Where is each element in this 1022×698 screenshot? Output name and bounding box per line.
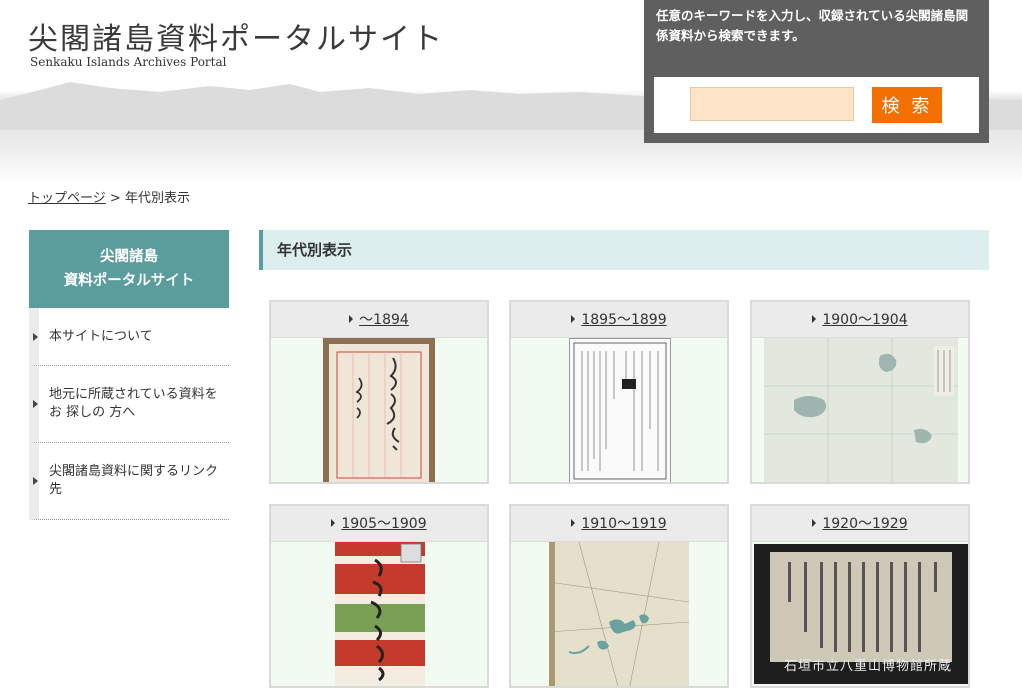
sidebar-item-label: 尖閣諸島資料に関するリンク先: [49, 464, 219, 497]
sidebar-item-label: 本サイトについて: [49, 328, 153, 344]
caret-right-icon: [812, 315, 817, 323]
document-thumbnail[interactable]: [569, 338, 671, 482]
section-title: 年代別表示: [259, 230, 989, 270]
sidebar-item-links[interactable]: 尖閣諸島資料に関するリンク先: [29, 443, 229, 520]
sidebar-item-label: 地元に所蔵されている資料をお 探しの 方へ: [49, 387, 218, 420]
document-thumbnail[interactable]: 石垣市立八重山博物館所蔵: [754, 544, 968, 684]
card-header: 1900～1904: [752, 302, 968, 338]
search-form: 検 索: [654, 77, 979, 133]
period-link[interactable]: 1905～1909: [341, 516, 426, 532]
breadcrumb-separator: >: [109, 191, 121, 206]
card-header: ～1894: [271, 302, 487, 338]
period-card[interactable]: ～1894: [269, 300, 489, 484]
caret-right-icon: [33, 400, 38, 408]
document-thumbnail[interactable]: [323, 338, 435, 482]
caret-right-icon: [571, 315, 576, 323]
card-header: 1905～1909: [271, 506, 487, 542]
sidebar-heading-line1: 尖閣諸島: [100, 249, 158, 265]
period-link[interactable]: ～1894: [359, 312, 409, 328]
search-input[interactable]: [690, 87, 854, 121]
sidebar-heading[interactable]: 尖閣諸島 資料ポータルサイト: [29, 230, 229, 308]
caret-right-icon: [812, 519, 817, 527]
image-credit: 石垣市立八重山博物館所蔵: [783, 659, 952, 674]
site-subtitle: Senkaku Islands Archives Portal: [30, 55, 227, 69]
caret-right-icon: [331, 519, 336, 527]
period-link[interactable]: 1910～1919: [581, 516, 666, 532]
card-header: 1910～1919: [511, 506, 727, 542]
sidebar-item-about[interactable]: 本サイトについて: [29, 308, 229, 366]
site-title[interactable]: 尖閣諸島資料ポータルサイト: [28, 14, 444, 58]
period-card[interactable]: 1900～1904: [750, 300, 970, 484]
period-link[interactable]: 1900～1904: [822, 312, 907, 328]
map-thumbnail[interactable]: [549, 542, 689, 686]
period-card[interactable]: 1910～1919: [509, 504, 729, 688]
period-card[interactable]: 1905～1909: [269, 504, 489, 688]
sidebar: 尖閣諸島 資料ポータルサイト 本サイトについて 地元に所蔵されている資料をお 探…: [29, 230, 229, 520]
caret-right-icon: [33, 477, 38, 485]
card-header: 1895～1899: [511, 302, 727, 338]
breadcrumb: トップページ > 年代別表示: [28, 187, 190, 206]
map-thumbnail[interactable]: [764, 338, 958, 482]
caret-right-icon: [33, 332, 38, 341]
sidebar-heading-line2: 資料ポータルサイト: [63, 273, 195, 289]
sidebar-item-local-materials[interactable]: 地元に所蔵されている資料をお 探しの 方へ: [29, 366, 229, 443]
search-panel: 任意のキーワードを入力し、収録されている尖閣諸島関係資料から検索できます。 検 …: [644, 0, 989, 143]
search-button[interactable]: 検 索: [872, 87, 942, 123]
breadcrumb-home-link[interactable]: トップページ: [28, 191, 106, 206]
card-header: 1920～1929: [752, 506, 968, 542]
breadcrumb-current: 年代別表示: [124, 191, 190, 206]
caret-right-icon: [349, 315, 354, 323]
period-card[interactable]: 1895～1899: [509, 300, 729, 484]
document-thumbnail[interactable]: [335, 542, 425, 686]
period-card[interactable]: 1920～1929 石垣市立八重山博物館所蔵: [750, 504, 970, 688]
caret-right-icon: [571, 519, 576, 527]
search-description: 任意のキーワードを入力し、収録されている尖閣諸島関係資料から検索できます。: [656, 8, 969, 43]
period-link[interactable]: 1920～1929: [822, 516, 907, 532]
period-link[interactable]: 1895～1899: [581, 312, 666, 328]
